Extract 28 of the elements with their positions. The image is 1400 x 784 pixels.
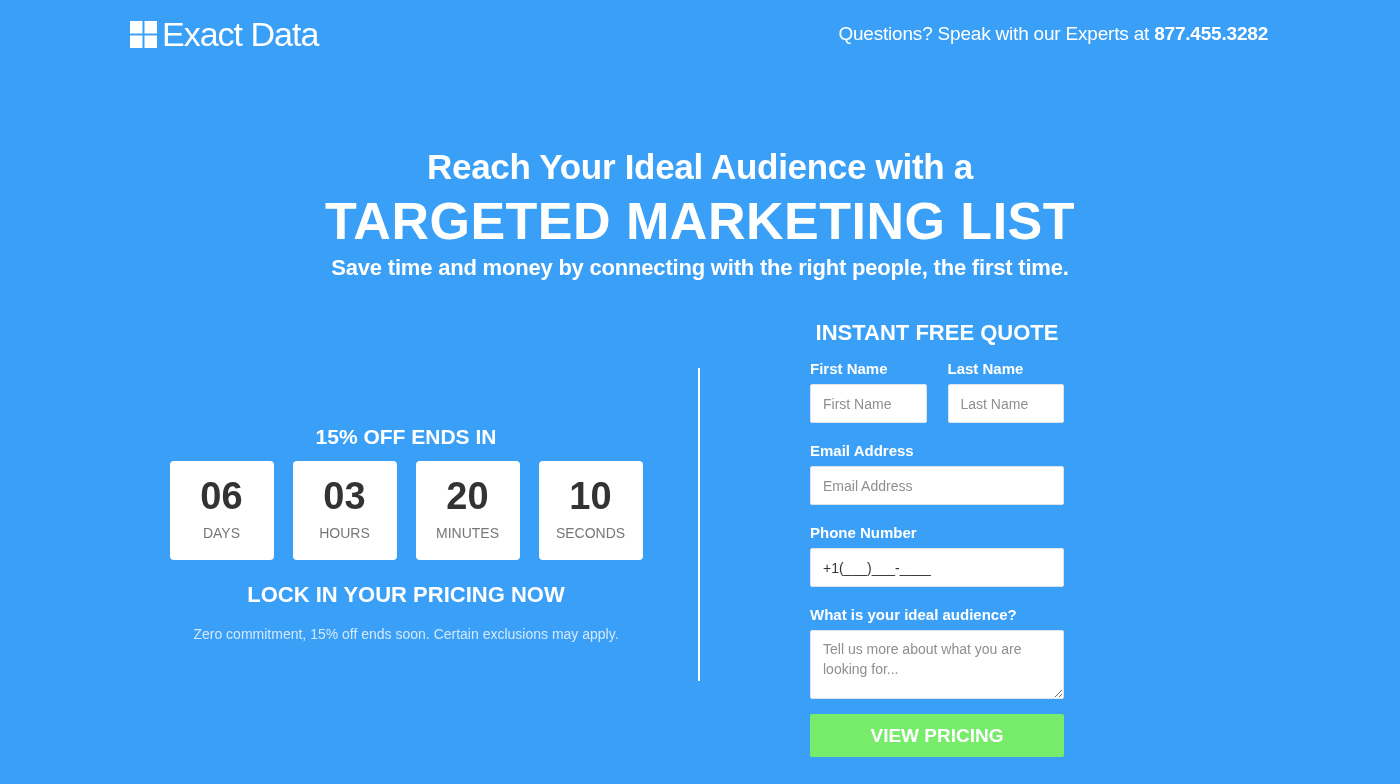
input-field[interactable]: +1(___)___-____: [810, 548, 1064, 587]
countdown-value: 06: [200, 475, 243, 517]
textarea-field[interactable]: Tell us more about what you are looking for...: [810, 630, 1064, 699]
input-field[interactable]: Email Address: [810, 466, 1064, 505]
logo-wordmark: Exact Data: [162, 17, 319, 51]
offer-title: 15% OFF ENDS IN: [315, 424, 497, 450]
hero-headline: TARGETED MARKETING LIST: [324, 192, 1076, 251]
hero-intro: Reach Your Ideal Audience with a: [427, 146, 973, 187]
form-title: INSTANT FREE QUOTE: [814, 319, 1060, 347]
field-label: Last Name: [947, 359, 1024, 379]
countdown-unit: MINUTES: [436, 524, 499, 542]
pricing-heading: LOCK IN YOUR PRICING NOW: [247, 581, 565, 609]
countdown-value: 03: [323, 475, 366, 517]
countdown-value: 20: [446, 475, 489, 517]
countdown-unit: DAYS: [202, 524, 241, 542]
contact-text: Questions? Speak with our Experts at 877.455.3282: [838, 23, 1268, 45]
countdown-unit: HOURS: [319, 524, 370, 542]
hero-subheadline: Save time and money by connecting with the right people, the first time.: [331, 254, 1069, 281]
field-label: Phone Number: [810, 523, 917, 543]
field-label: What is your ideal audience?: [810, 605, 1017, 625]
field-label: Email Address: [810, 441, 914, 461]
disclaimer-text: Zero commitment, 15% off ends soon. Certain exclusions may apply.: [193, 625, 619, 644]
countdown-unit: SECONDS: [555, 524, 626, 542]
input-field[interactable]: First Name: [810, 384, 927, 423]
four-squares-logo-icon: [130, 20, 157, 48]
input-field[interactable]: Last Name: [947, 384, 1064, 423]
field-label: First Name: [810, 359, 888, 379]
countdown-value: 10: [569, 475, 612, 517]
